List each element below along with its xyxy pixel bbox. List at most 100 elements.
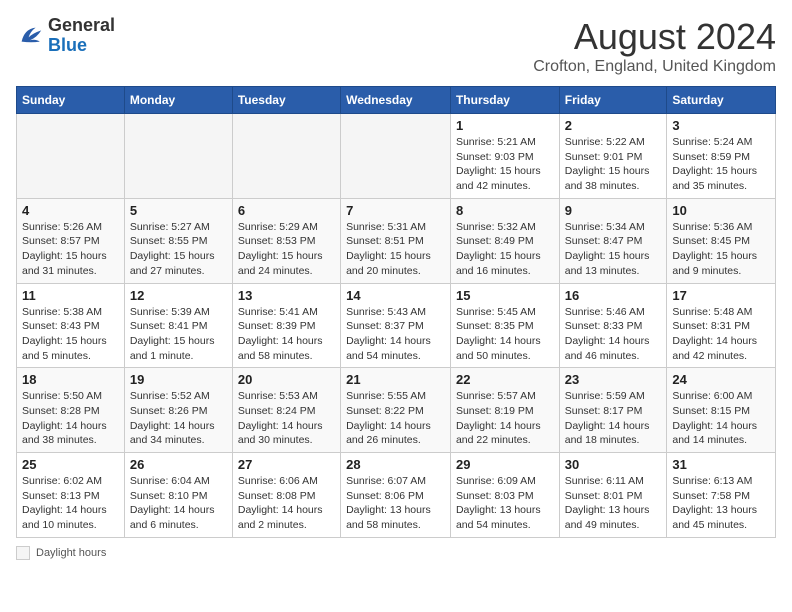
- day-info: Sunrise: 6:04 AM Sunset: 8:10 PM Dayligh…: [130, 474, 227, 533]
- day-info: Sunrise: 6:02 AM Sunset: 8:13 PM Dayligh…: [22, 474, 119, 533]
- day-info: Sunrise: 5:36 AM Sunset: 8:45 PM Dayligh…: [672, 220, 770, 279]
- day-info: Sunrise: 5:59 AM Sunset: 8:17 PM Dayligh…: [565, 389, 662, 448]
- calendar-cell: 15 Sunrise: 5:45 AM Sunset: 8:35 PM Dayli…: [450, 283, 559, 368]
- weekday-header-monday: Monday: [124, 87, 232, 114]
- day-info: Sunrise: 5:38 AM Sunset: 8:43 PM Dayligh…: [22, 305, 119, 364]
- calendar-cell: [17, 114, 125, 199]
- calendar-cell: 20 Sunrise: 5:53 AM Sunset: 8:24 PM Dayli…: [232, 368, 340, 453]
- day-number: 5: [130, 203, 227, 218]
- day-info: Sunrise: 6:00 AM Sunset: 8:15 PM Dayligh…: [672, 389, 770, 448]
- calendar-week-4: 18 Sunrise: 5:50 AM Sunset: 8:28 PM Dayli…: [17, 368, 776, 453]
- day-info: Sunrise: 5:21 AM Sunset: 9:03 PM Dayligh…: [456, 135, 554, 194]
- day-number: 2: [565, 118, 662, 133]
- day-info: Sunrise: 5:22 AM Sunset: 9:01 PM Dayligh…: [565, 135, 662, 194]
- day-number: 29: [456, 457, 554, 472]
- day-number: 10: [672, 203, 770, 218]
- weekday-header-wednesday: Wednesday: [341, 87, 451, 114]
- day-info: Sunrise: 5:50 AM Sunset: 8:28 PM Dayligh…: [22, 389, 119, 448]
- day-number: 25: [22, 457, 119, 472]
- calendar-cell: 16Sunrise: 5:46 AM Sunset: 8:33 PM Dayli…: [559, 283, 667, 368]
- weekday-header-tuesday: Tuesday: [232, 87, 340, 114]
- day-info: Sunrise: 6:07 AM Sunset: 8:06 PM Dayligh…: [346, 474, 445, 533]
- day-info: Sunrise: 5:53 AM Sunset: 8:24 PM Dayligh…: [238, 389, 335, 448]
- day-info: Sunrise: 6:06 AM Sunset: 8:08 PM Dayligh…: [238, 474, 335, 533]
- day-number: 8: [456, 203, 554, 218]
- day-info: Sunrise: 5:55 AM Sunset: 8:22 PM Dayligh…: [346, 389, 445, 448]
- calendar-cell: 29 Sunrise: 6:09 AM Sunset: 8:03 PM Dayli…: [450, 453, 559, 538]
- day-info: Sunrise: 5:34 AM Sunset: 8:47 PM Dayligh…: [565, 220, 662, 279]
- calendar-cell: 31Sunrise: 6:13 AM Sunset: 7:58 PM Dayli…: [667, 453, 776, 538]
- day-info: Sunrise: 5:48 AM Sunset: 8:31 PM Dayligh…: [672, 305, 770, 364]
- day-info: Sunrise: 5:24 AM Sunset: 8:59 PM Dayligh…: [672, 135, 770, 194]
- day-info: Sunrise: 6:11 AM Sunset: 8:01 PM Dayligh…: [565, 474, 662, 533]
- day-number: 17: [672, 288, 770, 303]
- calendar-week-5: 25 Sunrise: 6:02 AM Sunset: 8:13 PM Dayli…: [17, 453, 776, 538]
- day-info: Sunrise: 5:26 AM Sunset: 8:57 PM Dayligh…: [22, 220, 119, 279]
- calendar-cell: 22Sunrise: 5:57 AM Sunset: 8:19 PM Dayli…: [450, 368, 559, 453]
- calendar-cell: 11 Sunrise: 5:38 AM Sunset: 8:43 PM Dayli…: [17, 283, 125, 368]
- calendar-cell: [341, 114, 451, 199]
- day-number: 9: [565, 203, 662, 218]
- footer-box-icon: [16, 546, 30, 560]
- month-year-title: August 2024: [533, 16, 776, 58]
- day-info: Sunrise: 5:39 AM Sunset: 8:41 PM Dayligh…: [130, 305, 227, 364]
- calendar-cell: 27 Sunrise: 6:06 AM Sunset: 8:08 PM Dayli…: [232, 453, 340, 538]
- day-number: 28: [346, 457, 445, 472]
- day-number: 16: [565, 288, 662, 303]
- day-number: 11: [22, 288, 119, 303]
- day-info: Sunrise: 5:45 AM Sunset: 8:35 PM Dayligh…: [456, 305, 554, 364]
- logo: General Blue: [16, 16, 115, 56]
- logo-bird-icon: [16, 22, 44, 50]
- calendar-cell: 28 Sunrise: 6:07 AM Sunset: 8:06 PM Dayli…: [341, 453, 451, 538]
- calendar-cell: 7Sunrise: 5:31 AM Sunset: 8:51 PM Daylig…: [341, 198, 451, 283]
- day-number: 27: [238, 457, 335, 472]
- calendar-cell: 10 Sunrise: 5:36 AM Sunset: 8:45 PM Dayli…: [667, 198, 776, 283]
- calendar-cell: 3 Sunrise: 5:24 AM Sunset: 8:59 PM Daylig…: [667, 114, 776, 199]
- day-number: 24: [672, 372, 770, 387]
- calendar-cell: 1 Sunrise: 5:21 AM Sunset: 9:03 PM Daylig…: [450, 114, 559, 199]
- day-info: Sunrise: 5:52 AM Sunset: 8:26 PM Dayligh…: [130, 389, 227, 448]
- day-info: Sunrise: 6:09 AM Sunset: 8:03 PM Dayligh…: [456, 474, 554, 533]
- day-info: Sunrise: 5:41 AM Sunset: 8:39 PM Dayligh…: [238, 305, 335, 364]
- day-info: Sunrise: 5:29 AM Sunset: 8:53 PM Dayligh…: [238, 220, 335, 279]
- day-number: 3: [672, 118, 770, 133]
- calendar-cell: 25 Sunrise: 6:02 AM Sunset: 8:13 PM Dayli…: [17, 453, 125, 538]
- calendar-week-1: 1 Sunrise: 5:21 AM Sunset: 9:03 PM Daylig…: [17, 114, 776, 199]
- calendar-cell: 13 Sunrise: 5:41 AM Sunset: 8:39 PM Dayli…: [232, 283, 340, 368]
- calendar-week-3: 11 Sunrise: 5:38 AM Sunset: 8:43 PM Dayli…: [17, 283, 776, 368]
- day-number: 20: [238, 372, 335, 387]
- day-info: Sunrise: 5:57 AM Sunset: 8:19 PM Dayligh…: [456, 389, 554, 448]
- calendar-cell: 4 Sunrise: 5:26 AM Sunset: 8:57 PM Daylig…: [17, 198, 125, 283]
- day-number: 23: [565, 372, 662, 387]
- page-header: General Blue August 2024 Crofton, Englan…: [16, 16, 776, 76]
- calendar-cell: 6Sunrise: 5:29 AM Sunset: 8:53 PM Daylig…: [232, 198, 340, 283]
- weekday-header-sunday: Sunday: [17, 87, 125, 114]
- calendar-table: SundayMondayTuesdayWednesdayThursdayFrid…: [16, 86, 776, 538]
- day-number: 14: [346, 288, 445, 303]
- location-subtitle: Crofton, England, United Kingdom: [533, 58, 776, 76]
- weekday-header-friday: Friday: [559, 87, 667, 114]
- day-number: 18: [22, 372, 119, 387]
- day-number: 15: [456, 288, 554, 303]
- calendar-cell: 24 Sunrise: 6:00 AM Sunset: 8:15 PM Dayli…: [667, 368, 776, 453]
- day-info: Sunrise: 5:27 AM Sunset: 8:55 PM Dayligh…: [130, 220, 227, 279]
- day-number: 31: [672, 457, 770, 472]
- weekday-header-thursday: Thursday: [450, 87, 559, 114]
- day-number: 30: [565, 457, 662, 472]
- weekday-header-row: SundayMondayTuesdayWednesdayThursdayFrid…: [17, 87, 776, 114]
- day-number: 26: [130, 457, 227, 472]
- weekday-header-saturday: Saturday: [667, 87, 776, 114]
- day-number: 7: [346, 203, 445, 218]
- calendar-cell: 5 Sunrise: 5:27 AM Sunset: 8:55 PM Daylig…: [124, 198, 232, 283]
- day-number: 1: [456, 118, 554, 133]
- day-info: Sunrise: 5:32 AM Sunset: 8:49 PM Dayligh…: [456, 220, 554, 279]
- day-info: Sunrise: 5:43 AM Sunset: 8:37 PM Dayligh…: [346, 305, 445, 364]
- day-number: 12: [130, 288, 227, 303]
- calendar-cell: 23 Sunrise: 5:59 AM Sunset: 8:17 PM Dayli…: [559, 368, 667, 453]
- day-number: 13: [238, 288, 335, 303]
- calendar-cell: 9 Sunrise: 5:34 AM Sunset: 8:47 PM Daylig…: [559, 198, 667, 283]
- calendar-cell: [124, 114, 232, 199]
- logo-text: General Blue: [48, 16, 115, 56]
- day-number: 4: [22, 203, 119, 218]
- calendar-cell: 18 Sunrise: 5:50 AM Sunset: 8:28 PM Dayli…: [17, 368, 125, 453]
